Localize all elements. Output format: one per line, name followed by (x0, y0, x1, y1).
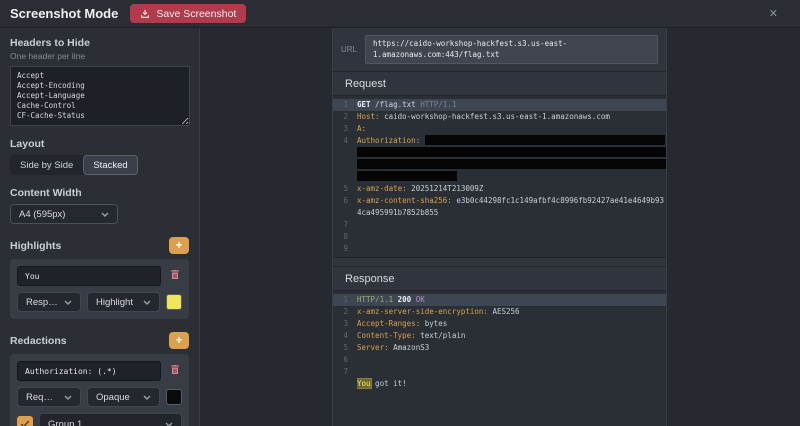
redaction-pattern-input[interactable] (17, 361, 161, 381)
code-line: 4Content-Type: text/plain (333, 330, 666, 342)
chevron-down-icon (64, 392, 72, 403)
code-line: 5Server: AmazonS3 (333, 342, 666, 354)
code-line: 7 (333, 366, 666, 378)
highlights-label: Highlights (10, 240, 61, 252)
preview-area: URL https://caido-workshop-hackfest.s3.u… (200, 28, 800, 426)
chevron-down-icon (101, 209, 109, 220)
code-line: 4ca495991b7852b855 (333, 207, 666, 219)
page-title: Screenshot Mode (10, 6, 118, 21)
redaction-rule-card: Request Opaque Group 1 (10, 354, 189, 426)
redaction-color-swatch[interactable] (166, 389, 182, 405)
code-line: 2x-amz-server-side-encryption: AES256 (333, 306, 666, 318)
request-section-title: Request (333, 72, 666, 96)
delete-redaction-button[interactable] (167, 363, 182, 379)
content-width-label: Content Width (10, 187, 189, 199)
layout-label: Layout (10, 138, 189, 150)
chevron-down-icon (64, 297, 72, 308)
url-value: https://caido-workshop-hackfest.s3.us-ea… (365, 35, 658, 64)
code-line: 1HTTP/1.1 200 OK (333, 294, 666, 306)
chevron-down-icon (165, 419, 173, 426)
code-line: 8 (333, 231, 666, 243)
headers-to-hide-label: Headers to Hide (10, 37, 189, 49)
url-label: URL (341, 45, 357, 54)
request-editor: 1GET /flag.txt HTTP/1.12Host: caido-work… (333, 96, 666, 258)
code-line: 5x-amz-date: 20251214T213009Z (333, 183, 666, 195)
delete-highlight-button[interactable] (167, 268, 182, 284)
chevron-down-icon (143, 297, 151, 308)
highlight-rule-card: Response Highlight (10, 259, 189, 319)
code-line (333, 171, 666, 183)
response-section-title: Response (333, 266, 666, 291)
redaction-style-select[interactable]: Opaque (87, 387, 160, 407)
code-line: 6 (333, 354, 666, 366)
close-button[interactable]: ✕ (769, 7, 778, 20)
layout-option-stacked[interactable]: Stacked (83, 155, 137, 175)
code-line: 3Accept-Ranges: bytes (333, 318, 666, 330)
highlight-scope-select[interactable]: Response (17, 292, 81, 312)
section-gap (333, 258, 666, 266)
code-line (333, 147, 666, 159)
response-editor: 1HTTP/1.1 200 OK2x-amz-server-side-encry… (333, 291, 666, 426)
chevron-down-icon (143, 392, 151, 403)
highlight-pattern-input[interactable] (17, 266, 161, 286)
sidebar: Headers to Hide One header per line Acce… (0, 28, 200, 426)
highlight-style-select[interactable]: Highlight (87, 292, 160, 312)
code-line (333, 159, 666, 171)
highlight-color-swatch[interactable] (166, 294, 182, 310)
redactions-label: Redactions (10, 335, 67, 347)
save-screenshot-button[interactable]: Save Screenshot (130, 4, 246, 23)
code-line: 6x-amz-content-sha256: e3b0c44298fc1c149… (333, 195, 666, 207)
url-row: URL https://caido-workshop-hackfest.s3.u… (333, 28, 666, 72)
code-line: 7 (333, 219, 666, 231)
code-line: 9 (333, 243, 666, 255)
add-redaction-button[interactable]: + (169, 332, 189, 349)
download-icon (140, 9, 150, 19)
redaction-scope-select[interactable]: Request (17, 387, 81, 407)
headers-to-hide-sublabel: One header per line (10, 51, 189, 61)
code-line: 3A: (333, 123, 666, 135)
screenshot-preview-panel: URL https://caido-workshop-hackfest.s3.u… (332, 28, 667, 426)
code-line: 2Host: caido-workshop-hackfest.s3.us-eas… (333, 111, 666, 123)
group-checkbox[interactable] (17, 416, 33, 426)
code-line: You got it! (333, 378, 666, 390)
code-line: 4Authorization: (333, 135, 666, 147)
code-line: 1GET /flag.txt HTTP/1.1 (333, 99, 666, 111)
layout-option-side-by-side[interactable]: Side by Side (10, 155, 83, 175)
content-width-select[interactable]: A4 (595px) (10, 204, 118, 224)
headers-to-hide-textarea[interactable]: Accept Accept-Encoding Accept-Language C… (10, 66, 190, 126)
redaction-group-select[interactable]: Group 1 (39, 413, 182, 426)
layout-toggle-group: Side by Side Stacked (10, 155, 138, 175)
add-highlight-button[interactable]: + (169, 237, 189, 254)
topbar: Screenshot Mode Save Screenshot ✕ (0, 0, 800, 28)
